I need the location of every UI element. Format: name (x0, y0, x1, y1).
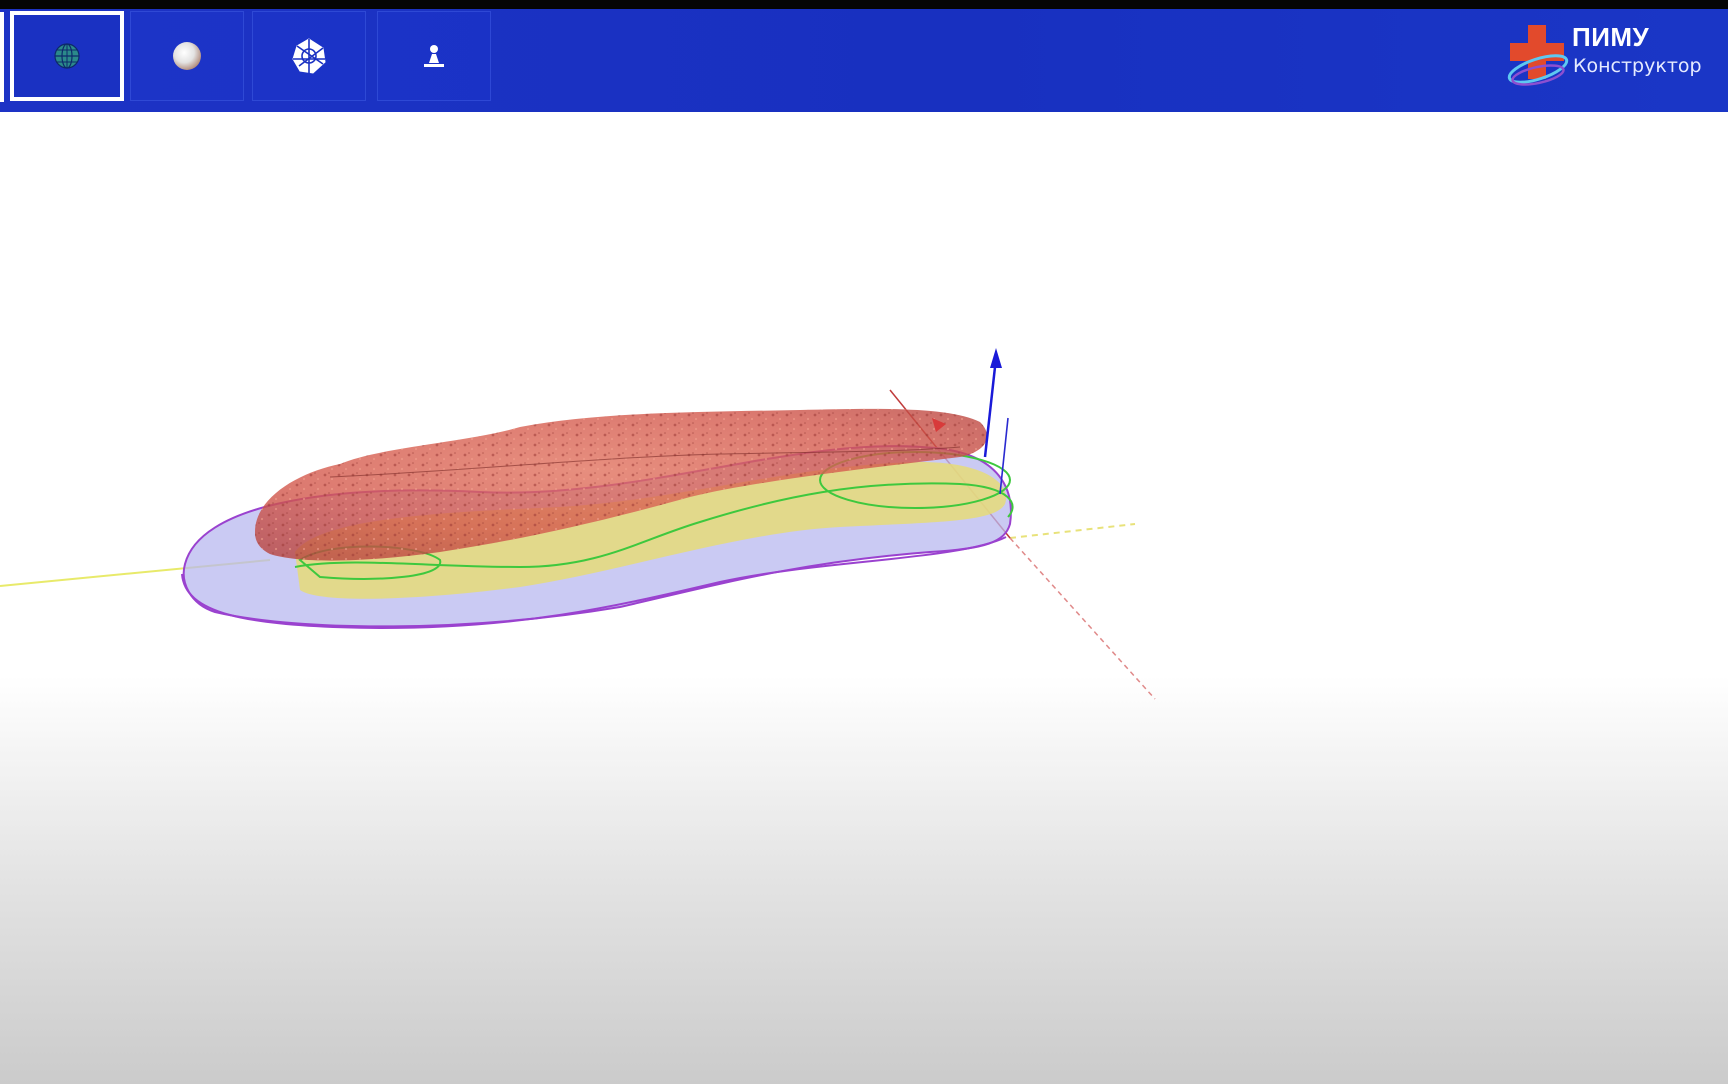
marker-icon (424, 45, 444, 67)
wireframe-view-button[interactable] (10, 11, 124, 101)
toolbar: ПИМУ Конструктор (0, 9, 1728, 112)
mesh-view-button[interactable] (252, 11, 366, 101)
shaded-view-button[interactable] (130, 11, 244, 101)
mesh-sphere-icon (292, 38, 326, 74)
medical-cross-logo-icon (1507, 25, 1569, 86)
shaded-sphere-icon (173, 42, 201, 70)
up-axis-arrow[interactable] (983, 357, 998, 458)
3d-viewport[interactable] (0, 112, 1728, 1084)
top-strip (0, 0, 1728, 9)
brand-title: ПИМУ (1572, 22, 1650, 52)
x-axis-dashed (1009, 523, 1136, 539)
up-arrow-head (990, 348, 1002, 368)
toolbar-edge (0, 12, 4, 102)
wireframe-sphere-icon (54, 43, 80, 69)
insole-3d-scene[interactable] (0, 112, 1728, 1084)
marker-view-button[interactable] (377, 11, 491, 101)
brand-subtitle: Конструктор (1573, 55, 1702, 77)
z-axis-dashed (1009, 537, 1156, 700)
